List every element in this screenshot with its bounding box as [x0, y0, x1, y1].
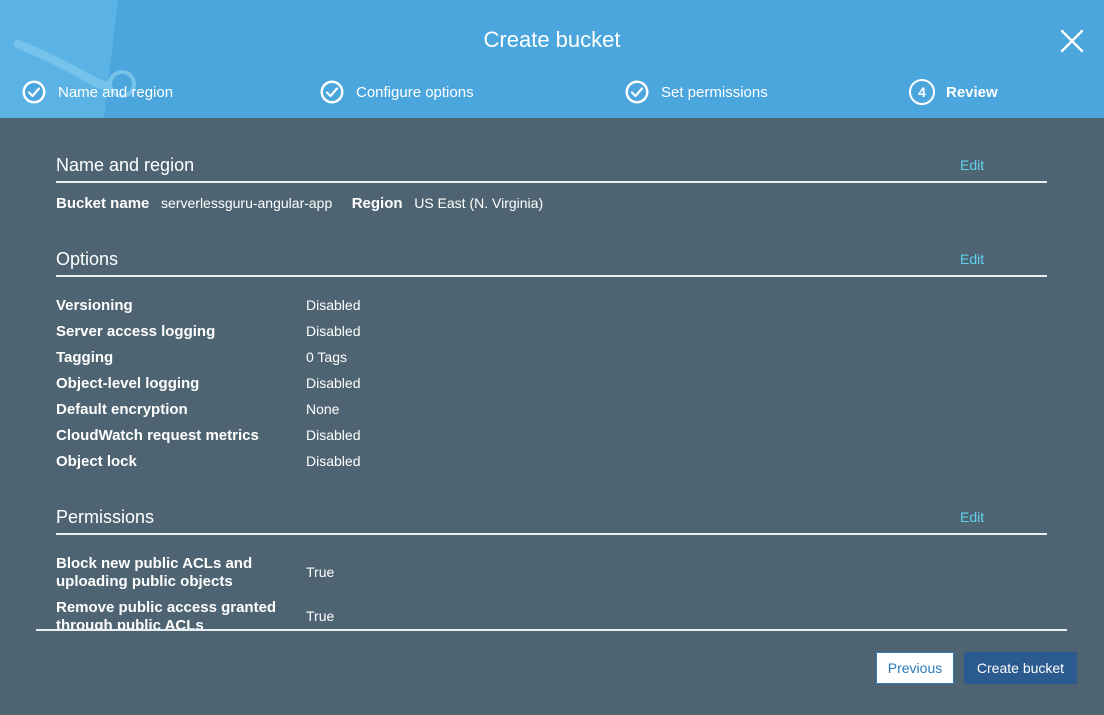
- step-set-permissions[interactable]: Set permissions: [624, 79, 768, 105]
- check-circle-icon: [320, 80, 344, 104]
- option-value: Disabled: [306, 427, 361, 443]
- previous-button[interactable]: Previous: [876, 652, 954, 684]
- option-key: Default encryption: [56, 401, 188, 418]
- step-number: 4: [909, 79, 935, 105]
- permission-value: True: [306, 608, 335, 624]
- option-key: CloudWatch request metrics: [56, 427, 259, 444]
- bucket-name-value: serverlessguru-angular-app: [161, 195, 333, 211]
- permission-value: True: [306, 564, 335, 580]
- step-label: Review: [946, 83, 998, 101]
- region-label: Region: [351, 195, 403, 212]
- divider: [56, 533, 1047, 535]
- step-review[interactable]: 4 Review: [909, 79, 998, 105]
- step-label: Configure options: [356, 83, 474, 101]
- option-value: Disabled: [306, 323, 361, 339]
- option-value: Disabled: [306, 375, 361, 391]
- check-circle-icon: [22, 80, 46, 104]
- option-key: Versioning: [56, 297, 133, 314]
- step-label: Name and region: [58, 83, 174, 101]
- option-value: None: [306, 401, 340, 417]
- permission-key: Block new public ACLs and uploading publ…: [56, 555, 252, 591]
- option-key: Object-level logging: [56, 375, 200, 392]
- step-name-and-region[interactable]: Name and region: [21, 79, 173, 105]
- permission-key-line: Remove public access granted: [56, 599, 277, 616]
- check-circle-icon: [625, 80, 649, 104]
- region-value: US East (N. Virginia): [414, 195, 544, 211]
- edit-permissions-link[interactable]: Edit: [960, 509, 984, 525]
- option-value: Disabled: [306, 297, 361, 313]
- option-value: 0 Tags: [306, 349, 347, 365]
- dialog-title: Create bucket: [483, 27, 621, 52]
- edit-options-link[interactable]: Edit: [960, 251, 984, 267]
- edit-name-region-link[interactable]: Edit: [960, 157, 984, 173]
- section-title-name-region: Name and region: [56, 155, 195, 175]
- permission-key: Remove public access granted through pub…: [56, 599, 276, 630]
- option-value: Disabled: [306, 453, 361, 469]
- option-key: Server access logging: [56, 323, 216, 340]
- divider: [56, 181, 1047, 183]
- step-configure-options[interactable]: Configure options: [319, 79, 474, 105]
- close-icon[interactable]: [1060, 29, 1084, 53]
- bucket-summary: Bucket name serverlessguru-angular-app R…: [56, 195, 543, 212]
- permission-key-line: Block new public ACLs and: [56, 555, 253, 572]
- footer-divider: [36, 629, 1067, 631]
- bucket-name-label: Bucket name: [56, 195, 150, 212]
- create-bucket-button[interactable]: Create bucket: [964, 652, 1077, 684]
- wizard-header: Create bucket Name and region Configure …: [0, 0, 1104, 118]
- divider: [56, 275, 1047, 277]
- section-title-options: Options: [56, 249, 119, 269]
- step-label: Set permissions: [661, 83, 768, 101]
- option-key: Object lock: [56, 453, 137, 470]
- section-title-permissions: Permissions: [56, 507, 155, 527]
- option-key: Tagging: [56, 349, 114, 366]
- review-content: Name and region Edit Bucket name serverl…: [0, 118, 1104, 630]
- permission-key-line: uploading public objects: [56, 573, 233, 590]
